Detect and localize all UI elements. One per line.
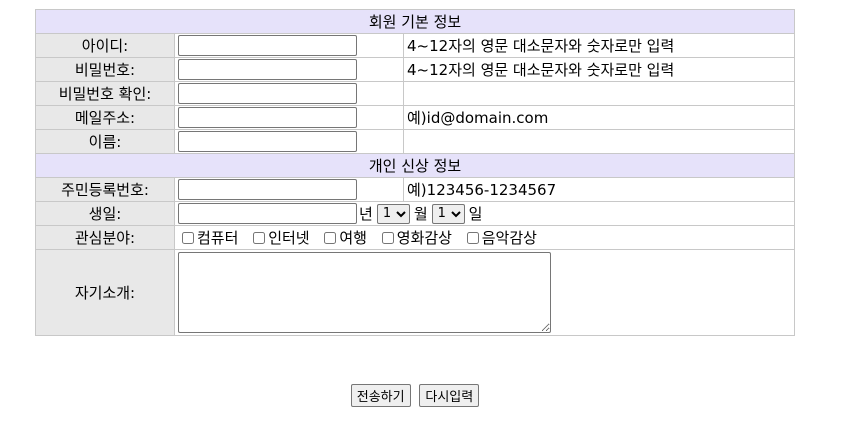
id-label: 아이디:	[35, 33, 175, 58]
rrn-hint: 예)123456-1234567	[403, 177, 795, 202]
rrn-input[interactable]	[178, 179, 357, 200]
name-input[interactable]	[178, 131, 357, 152]
section-header-personal: 개인 신상 정보	[35, 153, 795, 178]
intro-label: 자기소개:	[35, 249, 175, 336]
interest-movie[interactable]: 영화감상	[378, 227, 452, 248]
password-confirm-hint	[403, 81, 795, 106]
intro-cell	[174, 249, 795, 336]
interests-cell: 컴퓨터 인터넷 여행 영화감상 음악감상	[174, 225, 795, 250]
birth-day-select[interactable]: 1	[431, 203, 465, 224]
password-input[interactable]	[178, 59, 357, 80]
interest-computer-label: 컴퓨터	[197, 229, 239, 247]
interest-music-label: 음악감상	[481, 229, 537, 247]
birthday-label: 생일:	[35, 201, 175, 226]
day-unit: 일	[468, 205, 483, 223]
interest-computer[interactable]: 컴퓨터	[178, 227, 238, 248]
interest-internet[interactable]: 인터넷	[249, 227, 310, 248]
birth-year-input[interactable]	[178, 203, 357, 224]
rrn-label: 주민등록번호:	[35, 177, 175, 202]
birthday-cell: 년 1 월 1 일	[174, 201, 795, 226]
reset-button[interactable]: 다시입력	[419, 384, 480, 407]
interest-internet-checkbox[interactable]	[253, 231, 266, 244]
password-label: 비밀번호:	[35, 57, 175, 82]
year-unit: 년	[359, 205, 373, 223]
name-label: 이름:	[35, 129, 175, 154]
interest-travel-label: 여행	[339, 229, 367, 247]
interest-travel[interactable]: 여행	[320, 227, 367, 248]
interest-internet-label: 인터넷	[268, 229, 310, 247]
section-header-basic: 회원 기본 정보	[35, 9, 795, 34]
interests-label: 관심분야:	[35, 225, 175, 250]
birth-month-select[interactable]: 1	[376, 203, 410, 224]
intro-textarea[interactable]	[178, 252, 551, 333]
interest-movie-label: 영화감상	[396, 229, 452, 247]
name-hint	[403, 129, 795, 154]
email-hint: 예)id@domain.com	[403, 105, 795, 130]
interest-travel-checkbox[interactable]	[324, 231, 337, 244]
password-hint: 4~12자의 영문 대소문자와 숫자로만 입력	[403, 57, 795, 82]
interest-music-checkbox[interactable]	[466, 231, 479, 244]
month-unit: 월	[413, 205, 428, 223]
submit-button[interactable]: 전송하기	[350, 384, 411, 407]
email-label: 메일주소:	[35, 105, 175, 130]
password-confirm-input[interactable]	[178, 83, 357, 104]
id-input[interactable]	[178, 35, 357, 56]
interest-music[interactable]: 음악감상	[463, 227, 537, 248]
interest-computer-checkbox[interactable]	[182, 231, 194, 244]
form-buttons: 전송하기 다시입력	[0, 384, 830, 407]
id-hint: 4~12자의 영문 대소문자와 숫자로만 입력	[403, 33, 795, 58]
member-form-table: 회원 기본 정보 아이디: 4~12자의 영문 대소문자와 숫자로만 입력 비밀…	[35, 9, 795, 336]
password-confirm-label: 비밀번호 확인:	[35, 81, 175, 106]
email-input[interactable]	[178, 107, 357, 128]
interest-movie-checkbox[interactable]	[381, 231, 394, 244]
